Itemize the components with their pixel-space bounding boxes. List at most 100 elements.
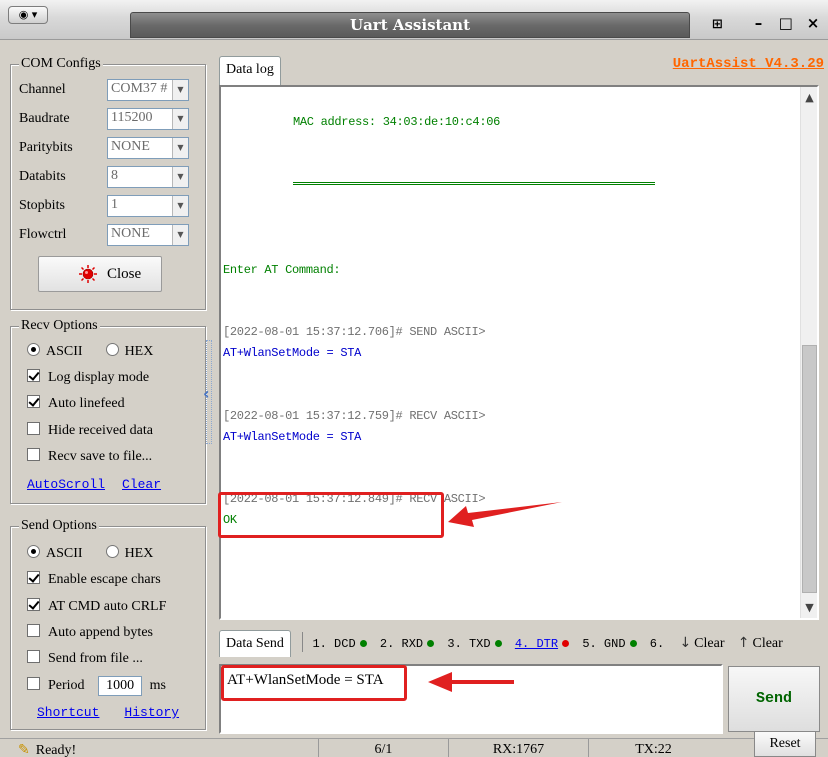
stopbits-value: 1 — [111, 197, 118, 212]
data-log-area[interactable]: MAC address: 34:03:de:10:c4:06 Enter AT … — [219, 85, 819, 620]
checkbox-unchecked-icon — [27, 650, 40, 663]
channel-select[interactable]: COM37 # ▼ — [107, 79, 189, 101]
hide-received-label: Hide received data — [48, 423, 153, 438]
baudrate-label: Baudrate — [19, 111, 70, 126]
reset-counter-button[interactable]: Reset — [754, 731, 816, 757]
paritybits-value: NONE — [111, 139, 150, 154]
chevron-down-icon[interactable]: ▼ — [801, 599, 817, 616]
pin-dtr[interactable]: 4. DTR — [515, 637, 570, 651]
scroll-thumb[interactable] — [802, 345, 817, 593]
shortcut-link[interactable]: Shortcut — [37, 705, 99, 720]
auto-append-checkbox[interactable]: Auto append bytes — [27, 624, 153, 644]
send-options-title: Send Options — [19, 518, 99, 534]
close-window-button[interactable]: × — [802, 14, 824, 32]
clear-send-button[interactable]: ↓ Clear — [679, 635, 724, 652]
version-link[interactable]: UartAssist V4.3.29 — [673, 56, 824, 72]
chevron-down-icon: ▼ — [172, 167, 188, 187]
databits-select[interactable]: 8 ▼ — [107, 166, 189, 188]
channel-label: Channel — [19, 82, 66, 97]
toolbar-divider — [302, 632, 304, 652]
pin-status-icon — [359, 640, 367, 647]
maximize-button[interactable]: □ — [775, 14, 797, 32]
escape-chars-checkbox[interactable]: Enable escape chars — [27, 571, 161, 591]
send-ascii-radio[interactable]: ASCII — [27, 545, 83, 561]
title-bar: ◉ ▾ Uart Assistant ⊞ – □ × — [0, 0, 828, 40]
clear-send-label: Clear — [694, 636, 725, 651]
log-timestamp-send: [2022-08-01 15:37:12.706]# SEND ASCII> — [223, 325, 486, 339]
send-from-file-checkbox[interactable]: Send from file ... — [27, 650, 143, 670]
status-tx: TX:22 — [588, 739, 718, 757]
period-input[interactable]: 1000 — [98, 676, 143, 696]
send-options-group: Send Options ASCII HEX Enable escape cha… — [10, 518, 206, 730]
period-row: Period 1000 ms — [27, 676, 166, 696]
pin-dcd-label: 1. DCD — [312, 637, 356, 651]
auto-linefeed-checkbox[interactable]: Auto linefeed — [27, 395, 125, 415]
system-menu-button[interactable]: ◉ ▾ — [8, 6, 48, 24]
auto-linefeed-label: Auto linefeed — [48, 396, 125, 411]
close-port-button[interactable]: Close — [38, 256, 162, 292]
tab-data-send[interactable]: Data Send — [219, 630, 291, 657]
paritybits-select[interactable]: NONE ▼ — [107, 137, 189, 159]
chevron-down-icon: ▼ — [172, 196, 188, 216]
checkbox-unchecked-icon — [27, 422, 40, 435]
pin-6: 6. — [650, 637, 664, 651]
clear-input-button[interactable]: ↑ Clear — [738, 635, 783, 652]
databits-label: Databits — [19, 169, 66, 184]
log-display-mode-label: Log display mode — [48, 370, 150, 385]
recv-ascii-label: ASCII — [46, 344, 83, 359]
recv-ascii-radio[interactable]: ASCII — [27, 343, 83, 359]
send-hex-radio[interactable]: HEX — [105, 545, 153, 561]
recv-options-group: Recv Options ASCII HEX Log display mode … — [10, 318, 206, 504]
status-rx: RX:1767 — [448, 739, 588, 757]
close-button-label: Close — [107, 266, 142, 282]
chevron-down-icon: ▼ — [172, 109, 188, 129]
status-bar: ✎ Ready! 6/1 RX:1767 TX:22 Reset — [0, 731, 828, 757]
collapse-left-icon[interactable]: ‹ — [203, 384, 210, 403]
tab-data-log[interactable]: Data log — [219, 56, 281, 86]
send-button[interactable]: Send — [728, 666, 820, 732]
chevron-down-icon: ▼ — [172, 225, 188, 245]
channel-value: COM37 # — [111, 81, 168, 96]
at-cmd-crlf-checkbox[interactable]: AT CMD auto CRLF — [27, 598, 166, 618]
pin-rxd-label: 2. RXD — [379, 637, 424, 651]
send-ascii-label: ASCII — [46, 546, 83, 561]
history-link[interactable]: History — [124, 705, 179, 720]
log-send-command: AT+WlanSetMode = STA — [223, 346, 362, 360]
chevron-down-icon: ▼ — [172, 138, 188, 158]
flowctrl-value: NONE — [111, 226, 150, 241]
hide-received-checkbox[interactable]: Hide received data — [27, 422, 153, 442]
log-display-mode-checkbox[interactable]: Log display mode — [27, 369, 149, 389]
databits-value: 8 — [111, 168, 118, 183]
recv-save-file-checkbox[interactable]: Recv save to file... — [27, 448, 152, 468]
pin-rxd: 2. RXD — [379, 637, 435, 651]
window-title: Uart Assistant — [349, 16, 470, 34]
recv-options-title: Recv Options — [19, 318, 100, 334]
baudrate-select[interactable]: 115200 ▼ — [107, 108, 189, 130]
status-ready-text: Ready! — [35, 743, 77, 757]
flowctrl-select[interactable]: NONE ▼ — [107, 224, 189, 246]
annotation-box-input — [221, 665, 407, 701]
send-from-file-label: Send from file ... — [48, 651, 143, 666]
pin-gnd-label: 5. GND — [582, 637, 626, 651]
log-scrollbar[interactable]: ▲ ▼ — [800, 87, 817, 618]
pin-txd-label: 3. TXD — [447, 637, 491, 651]
system-menu-icon: ◉ ▾ — [18, 8, 38, 21]
checkbox-unchecked-icon — [27, 448, 40, 461]
baudrate-value: 115200 — [111, 110, 153, 125]
pin-dtr-label[interactable]: 4. DTR — [515, 637, 558, 651]
pencil-icon: ✎ — [18, 742, 30, 757]
checkbox-checked-icon — [27, 395, 40, 408]
chevron-up-icon[interactable]: ▲ — [801, 89, 817, 106]
minimize-button[interactable]: – — [748, 14, 770, 32]
log-mac-line: MAC address: 34:03:de:10:c4:06 — [293, 115, 501, 129]
com-configs-title: COM Configs — [19, 56, 103, 72]
recv-clear-link[interactable]: Clear — [122, 477, 161, 492]
chevron-down-icon: ▼ — [172, 80, 188, 100]
clear-down-icon: ↓ — [679, 635, 692, 651]
period-checkbox[interactable]: Period — [27, 677, 85, 693]
recv-hex-radio[interactable]: HEX — [105, 343, 153, 359]
stopbits-select[interactable]: 1 ▼ — [107, 195, 189, 217]
pin-icon[interactable]: ⊞ — [706, 17, 728, 32]
status-count: 6/1 — [318, 739, 448, 757]
autoscroll-link[interactable]: AutoScroll — [27, 477, 105, 492]
